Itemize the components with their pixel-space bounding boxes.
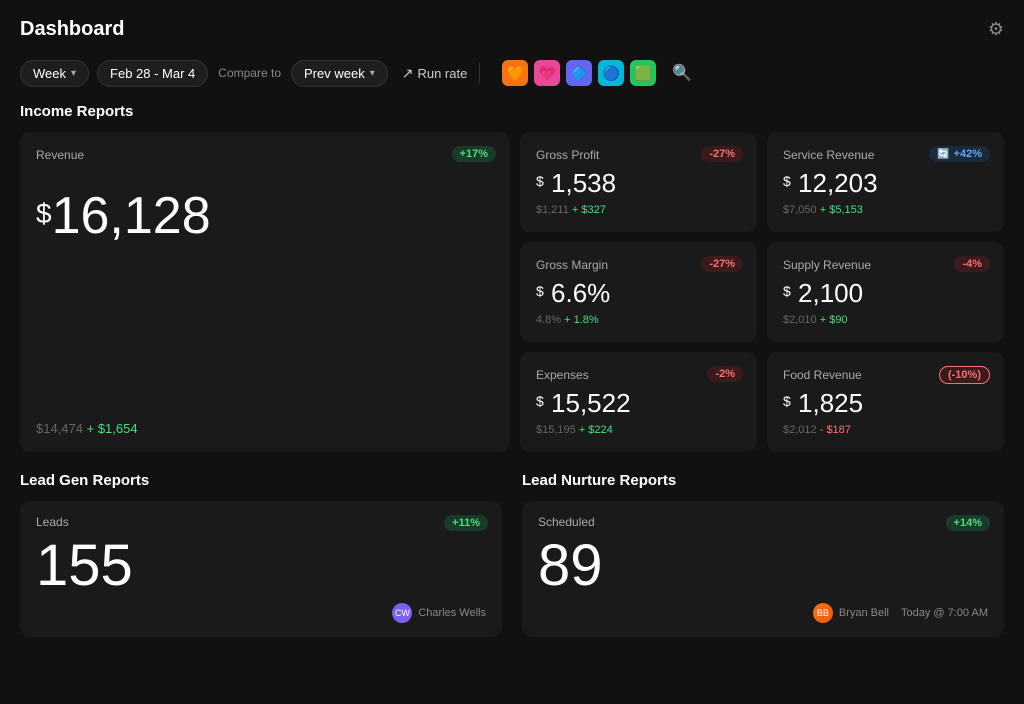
leads-user: CW Charles Wells	[36, 603, 486, 623]
compare-label: Compare to	[218, 66, 281, 80]
income-reports-title: Income Reports	[20, 103, 1004, 120]
search-button[interactable]: 🔍	[668, 59, 696, 87]
avatar: CW	[392, 603, 412, 623]
toolbar: Week ▾ Feb 28 - Mar 4 Compare to Prev we…	[0, 51, 1024, 95]
revenue-value: $16,128	[36, 190, 494, 242]
main-content: Income Reports Revenue +17% $16,128 $14,…	[0, 95, 1024, 645]
right-cards: Gross Profit -27% $ 1,538 $1,211 + $327 …	[520, 132, 1004, 452]
page-title: Dashboard	[20, 18, 124, 41]
user-chip-2: BB Bryan Bell Today @ 7:00 AM	[813, 603, 988, 623]
gross-profit-sub: $1,211 + $327	[536, 204, 741, 216]
scheduled-card: Scheduled +14% 89 BB Bryan Bell Today @ …	[522, 501, 1004, 637]
food-revenue-badge: (-10%)	[939, 366, 990, 384]
gross-profit-value: $ 1,538	[536, 170, 741, 196]
app-icon-5[interactable]: 🟩	[630, 60, 656, 86]
avatar-2: BB	[813, 603, 833, 623]
run-rate-icon: ↗	[402, 65, 414, 82]
lead-gen-title: Lead Gen Reports	[20, 472, 502, 489]
leads-value: 155	[36, 537, 486, 595]
expenses-card: Expenses -2% $ 15,522 $15,195 + $224	[520, 352, 757, 452]
prev-week-dropdown[interactable]: Prev week ▾	[291, 60, 388, 87]
revenue-label: Revenue	[36, 148, 494, 162]
service-revenue-card: Service Revenue 🔄 +42% $ 12,203 $7,050 +…	[767, 132, 1004, 232]
gross-margin-value: $ 6.6%	[536, 280, 741, 306]
leads-badge: +11%	[444, 515, 488, 531]
food-revenue-value: $ 1,825	[783, 390, 988, 416]
app-icons: 🧡 💗 🔷 🔵 🟩	[502, 60, 656, 86]
bottom-sections: Lead Gen Reports Leads +11% 155 CW Charl…	[20, 472, 1004, 637]
lead-nurture-section: Lead Nurture Reports Scheduled +14% 89 B…	[522, 472, 1004, 637]
expenses-sub: $15,195 + $224	[536, 424, 741, 436]
app-icon-4[interactable]: 🔵	[598, 60, 624, 86]
service-revenue-badge: 🔄 +42%	[929, 146, 990, 162]
separator	[479, 63, 480, 83]
supply-revenue-card: Supply Revenue -4% $ 2,100 $2,010 + $90	[767, 242, 1004, 342]
supply-revenue-sub: $2,010 + $90	[783, 314, 988, 326]
user-chip: CW Charles Wells	[392, 603, 486, 623]
app-icon-2[interactable]: 💗	[534, 60, 560, 86]
scheduled-badge: +14%	[946, 515, 990, 531]
leads-label: Leads	[36, 515, 486, 529]
income-grid: Revenue +17% $16,128 $14,474 + $1,654 Gr…	[20, 132, 1004, 452]
run-rate-button[interactable]: ↗ Run rate	[402, 65, 468, 82]
service-revenue-sub: $7,050 + $5,153	[783, 204, 988, 216]
chevron-down-icon: ▾	[71, 68, 76, 79]
gross-profit-badge: -27%	[701, 146, 743, 162]
food-revenue-card: Food Revenue (-10%) $ 1,825 $2,012 - $18…	[767, 352, 1004, 452]
expenses-value: $ 15,522	[536, 390, 741, 416]
supply-revenue-value: $ 2,100	[783, 280, 988, 306]
revenue-sub: $14,474 + $1,654	[36, 405, 494, 436]
settings-icon: ⚙	[988, 19, 1004, 39]
scheduled-user: BB Bryan Bell Today @ 7:00 AM	[538, 603, 988, 623]
scheduled-value: 89	[538, 537, 988, 595]
supply-revenue-badge: -4%	[954, 256, 990, 272]
gross-margin-card: Gross Margin -27% $ 6.6% 4.8% + 1.8%	[520, 242, 757, 342]
search-icon: 🔍	[672, 63, 692, 83]
gross-margin-badge: -27%	[701, 256, 743, 272]
gross-profit-card: Gross Profit -27% $ 1,538 $1,211 + $327	[520, 132, 757, 232]
settings-button[interactable]: ⚙	[988, 19, 1004, 40]
app-icon-1[interactable]: 🧡	[502, 60, 528, 86]
chevron-down-icon: ▾	[370, 68, 375, 79]
gross-margin-sub: 4.8% + 1.8%	[536, 314, 741, 326]
app-icon-3[interactable]: 🔷	[566, 60, 592, 86]
food-revenue-sub: $2,012 - $187	[783, 424, 988, 436]
leads-card: Leads +11% 155 CW Charles Wells	[20, 501, 502, 637]
date-range-display[interactable]: Feb 28 - Mar 4	[97, 60, 208, 87]
revenue-card: Revenue +17% $16,128 $14,474 + $1,654	[20, 132, 510, 452]
header: Dashboard ⚙	[0, 0, 1024, 51]
lead-nurture-title: Lead Nurture Reports	[522, 472, 1004, 489]
revenue-badge: +17%	[452, 146, 496, 162]
lead-gen-section: Lead Gen Reports Leads +11% 155 CW Charl…	[20, 472, 502, 637]
expenses-badge: -2%	[707, 366, 743, 382]
scheduled-label: Scheduled	[538, 515, 988, 529]
week-dropdown[interactable]: Week ▾	[20, 60, 89, 87]
service-revenue-value: $ 12,203	[783, 170, 988, 196]
